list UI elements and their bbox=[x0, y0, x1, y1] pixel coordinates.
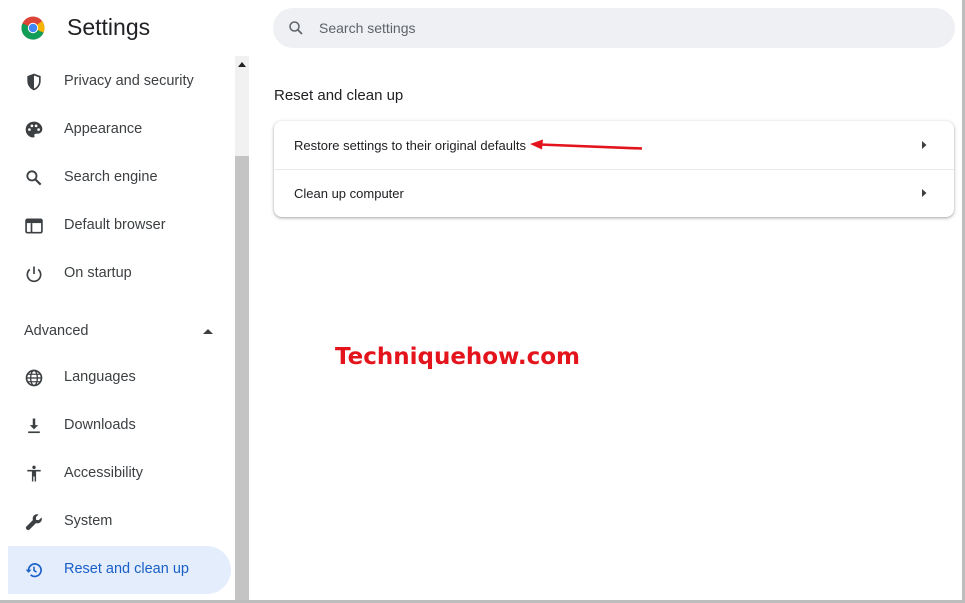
sidebar-item-appearance[interactable]: Appearance bbox=[8, 106, 231, 154]
wrench-icon bbox=[25, 514, 42, 531]
sidebar-item-label: Languages bbox=[64, 369, 136, 385]
sidebar-item-label: Appearance bbox=[64, 121, 143, 137]
sidebar-item-system[interactable]: System bbox=[8, 498, 231, 546]
sidebar-item-label: Search engine bbox=[64, 169, 158, 185]
scrollbar-thumb[interactable] bbox=[235, 156, 249, 600]
search-icon bbox=[289, 21, 303, 35]
sidebar-item-label: Reset and clean up bbox=[64, 561, 189, 577]
restore-defaults-label: Restore settings to their original defau… bbox=[294, 138, 526, 153]
accessibility-icon bbox=[27, 465, 41, 482]
page-title: Settings bbox=[67, 14, 151, 40]
clean-up-computer-label: Clean up computer bbox=[294, 186, 404, 201]
search-icon bbox=[26, 170, 42, 186]
scroll-up-arrow-icon[interactable] bbox=[237, 60, 247, 68]
sidebar-item-label: On startup bbox=[64, 265, 132, 281]
sidebar-item-search-engine[interactable]: Search engine bbox=[8, 154, 231, 202]
globe-icon bbox=[25, 369, 43, 387]
annotation-arrow-icon bbox=[530, 139, 643, 150]
header: Settings bbox=[0, 0, 962, 56]
sidebar-item-label: Default browser bbox=[64, 217, 166, 233]
sidebar-item-reset-and-clean-up[interactable]: Reset and clean up bbox=[8, 546, 231, 594]
download-icon bbox=[28, 418, 40, 434]
palette-icon bbox=[25, 121, 43, 138]
reset-card: Restore settings to their original defau… bbox=[274, 121, 954, 217]
sidebar-item-label: Downloads bbox=[64, 417, 136, 433]
chevron-right-icon bbox=[922, 189, 927, 197]
sidebar-item-privacy[interactable]: Privacy and security bbox=[8, 58, 231, 106]
sidebar-item-downloads[interactable]: Downloads bbox=[8, 402, 231, 450]
section-title: Reset and clean up bbox=[274, 87, 404, 104]
watermark-text: Techniquehow.com bbox=[335, 344, 581, 370]
history-reset-icon bbox=[25, 563, 42, 578]
sidebar-item-default-browser[interactable]: Default browser bbox=[8, 202, 231, 250]
advanced-section-header[interactable]: Advanced bbox=[24, 323, 89, 339]
sidebar-item-languages[interactable]: Languages bbox=[8, 354, 231, 402]
sidebar-item-on-startup[interactable]: On startup bbox=[8, 250, 231, 298]
clean-up-computer-row[interactable]: Clean up computer bbox=[274, 169, 954, 217]
power-icon bbox=[26, 266, 42, 283]
search-input[interactable] bbox=[319, 8, 919, 48]
sidebar-item-label: Privacy and security bbox=[64, 73, 194, 89]
caret-up-icon[interactable] bbox=[202, 327, 214, 335]
search-box[interactable] bbox=[273, 8, 955, 48]
chevron-right-icon bbox=[922, 141, 927, 149]
shield-icon bbox=[27, 73, 41, 91]
sidebar: Privacy and security Appearance Search e… bbox=[0, 56, 235, 600]
sidebar-item-label: System bbox=[64, 513, 113, 529]
sidebar-item-accessibility[interactable]: Accessibility bbox=[8, 450, 231, 498]
browser-window-icon bbox=[25, 218, 43, 234]
sidebar-item-label: Accessibility bbox=[64, 465, 143, 481]
chrome-logo-icon bbox=[21, 16, 45, 40]
